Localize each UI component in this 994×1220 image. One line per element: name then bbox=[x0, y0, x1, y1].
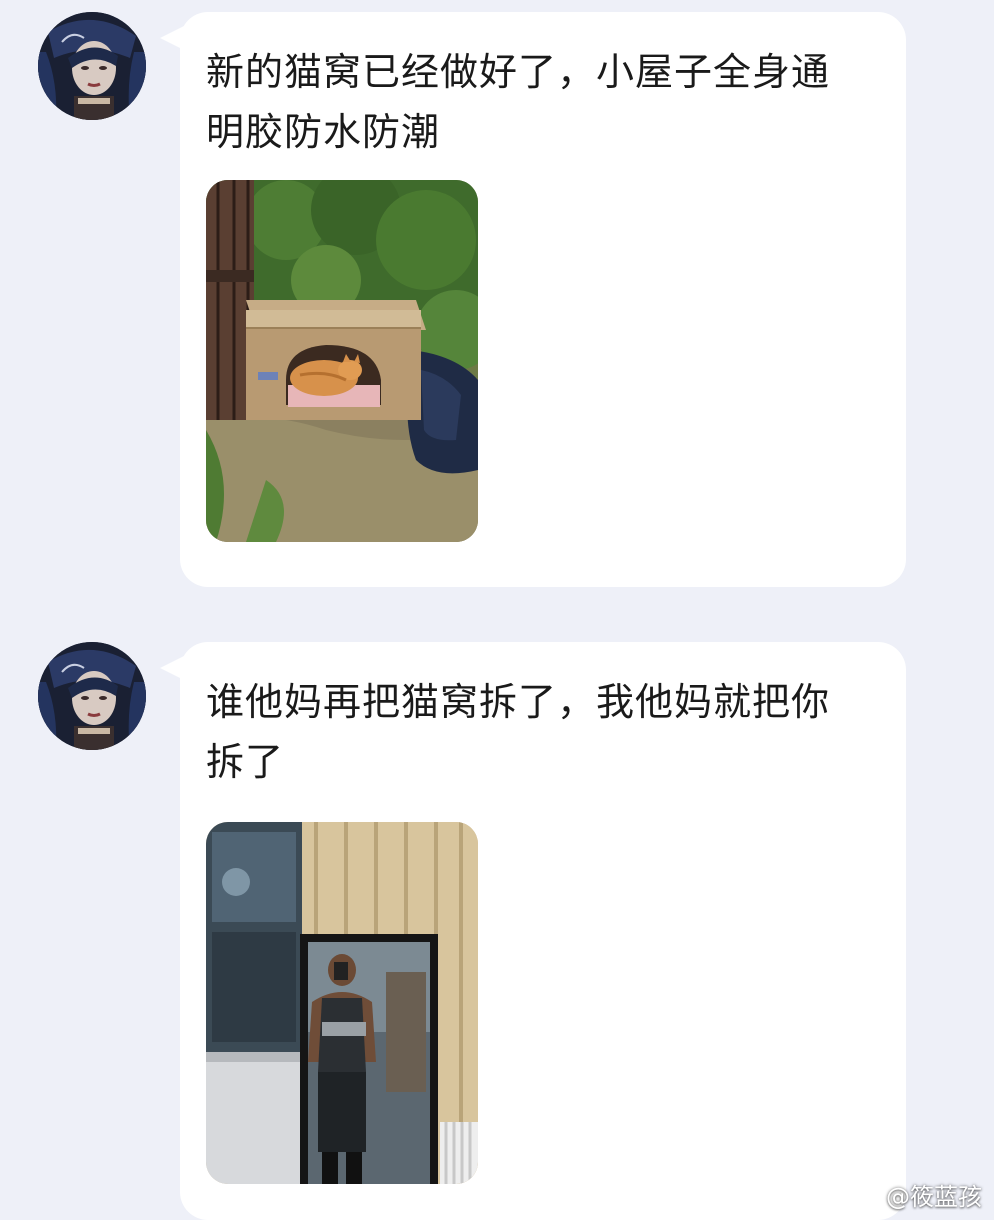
chat-screen: 新的猫窝已经做好了，小屋子全身通明胶防水防潮 谁他妈再把猫窝拆了，我他妈就把你拆… bbox=[0, 0, 994, 1220]
message-photo[interactable] bbox=[206, 180, 478, 542]
chat-message: 新的猫窝已经做好了，小屋子全身通明胶防水防潮 bbox=[0, 0, 994, 600]
watermark: @筱蓝孩 bbox=[840, 1177, 982, 1212]
chat-message: 谁他妈再把猫窝拆了，我他妈就把你拆了 bbox=[0, 630, 994, 1220]
weibo-icon bbox=[842, 1181, 880, 1208]
message-text: 新的猫窝已经做好了，小屋子全身通明胶防水防潮 bbox=[206, 50, 831, 154]
message-text: 谁他妈再把猫窝拆了，我他妈就把你拆了 bbox=[206, 680, 831, 784]
cat-shelter-photo-icon bbox=[206, 180, 478, 542]
avatar[interactable] bbox=[38, 12, 146, 120]
message-photo[interactable] bbox=[206, 822, 478, 1184]
avatar-portrait-icon bbox=[38, 12, 146, 120]
message-bubble[interactable]: 新的猫窝已经做好了，小屋子全身通明胶防水防潮 bbox=[180, 12, 906, 587]
avatar[interactable] bbox=[38, 642, 146, 750]
avatar-portrait-icon bbox=[38, 642, 146, 750]
watermark-text: @筱蓝孩 bbox=[886, 1183, 982, 1211]
message-bubble[interactable]: 谁他妈再把猫窝拆了，我他妈就把你拆了 bbox=[180, 642, 906, 1220]
mirror-selfie-photo-icon bbox=[206, 822, 478, 1184]
